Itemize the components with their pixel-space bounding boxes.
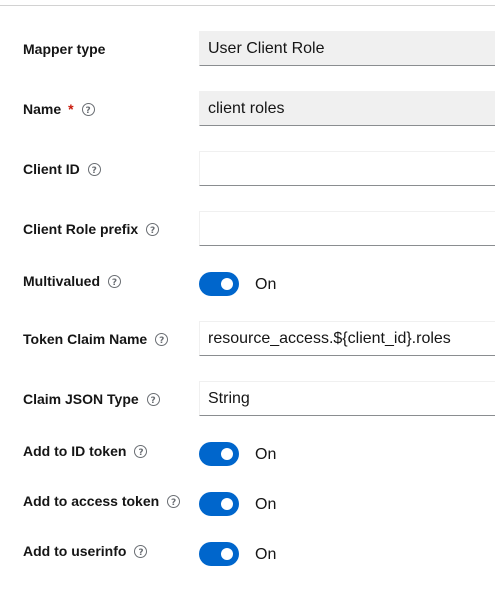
mapper-type-label: Mapper type [23,41,106,57]
help-circle-icon[interactable] [155,332,169,350]
add-to-userinfo-toggle[interactable] [199,542,239,566]
help-circle-icon[interactable] [146,222,160,240]
token-claim-name-label: Token Claim Name [23,330,169,350]
add-to-id-token-label: Add to ID token [23,442,148,462]
client-role-prefix-input[interactable] [199,211,495,246]
required-marker: * [68,101,74,117]
add-to-userinfo-toggle-state: On [255,546,277,563]
help-circle-icon[interactable] [108,274,122,292]
toggle-knob [221,278,233,290]
client-id-label: Client ID [23,160,101,180]
add-to-access-token-toggle[interactable] [199,492,239,516]
help-circle-icon[interactable] [146,392,160,410]
add-to-userinfo-label: Add to userinfo [23,542,148,562]
toggle-knob [221,548,233,560]
toggle-knob [221,498,233,510]
claim-json-type-select[interactable]: String [199,381,495,416]
mapper-type-field: User Client Role [199,31,495,66]
client-id-input[interactable] [199,151,495,186]
add-to-access-token-label: Add to access token [23,492,181,512]
toggle-knob [221,448,233,460]
help-circle-icon[interactable] [134,444,148,462]
top-divider [0,5,495,6]
client-role-prefix-label: Client Role prefix [23,220,160,240]
add-to-id-token-toggle[interactable] [199,442,239,466]
multivalued-toggle[interactable] [199,272,239,296]
claim-json-type-label: Claim JSON Type [23,390,160,410]
help-circle-icon[interactable] [167,494,181,512]
add-to-id-token-toggle-state: On [255,446,277,463]
token-claim-name-input[interactable]: resource_access.${client_id}.roles [199,321,495,356]
help-circle-icon[interactable] [87,162,101,180]
name-label: Name * [23,100,95,120]
multivalued-toggle-state: On [255,276,277,293]
help-circle-icon[interactable] [81,102,95,120]
add-to-access-token-toggle-state: On [255,496,277,513]
multivalued-label: Multivalued [23,272,122,292]
name-field: client roles [199,91,495,126]
help-circle-icon[interactable] [134,544,148,562]
